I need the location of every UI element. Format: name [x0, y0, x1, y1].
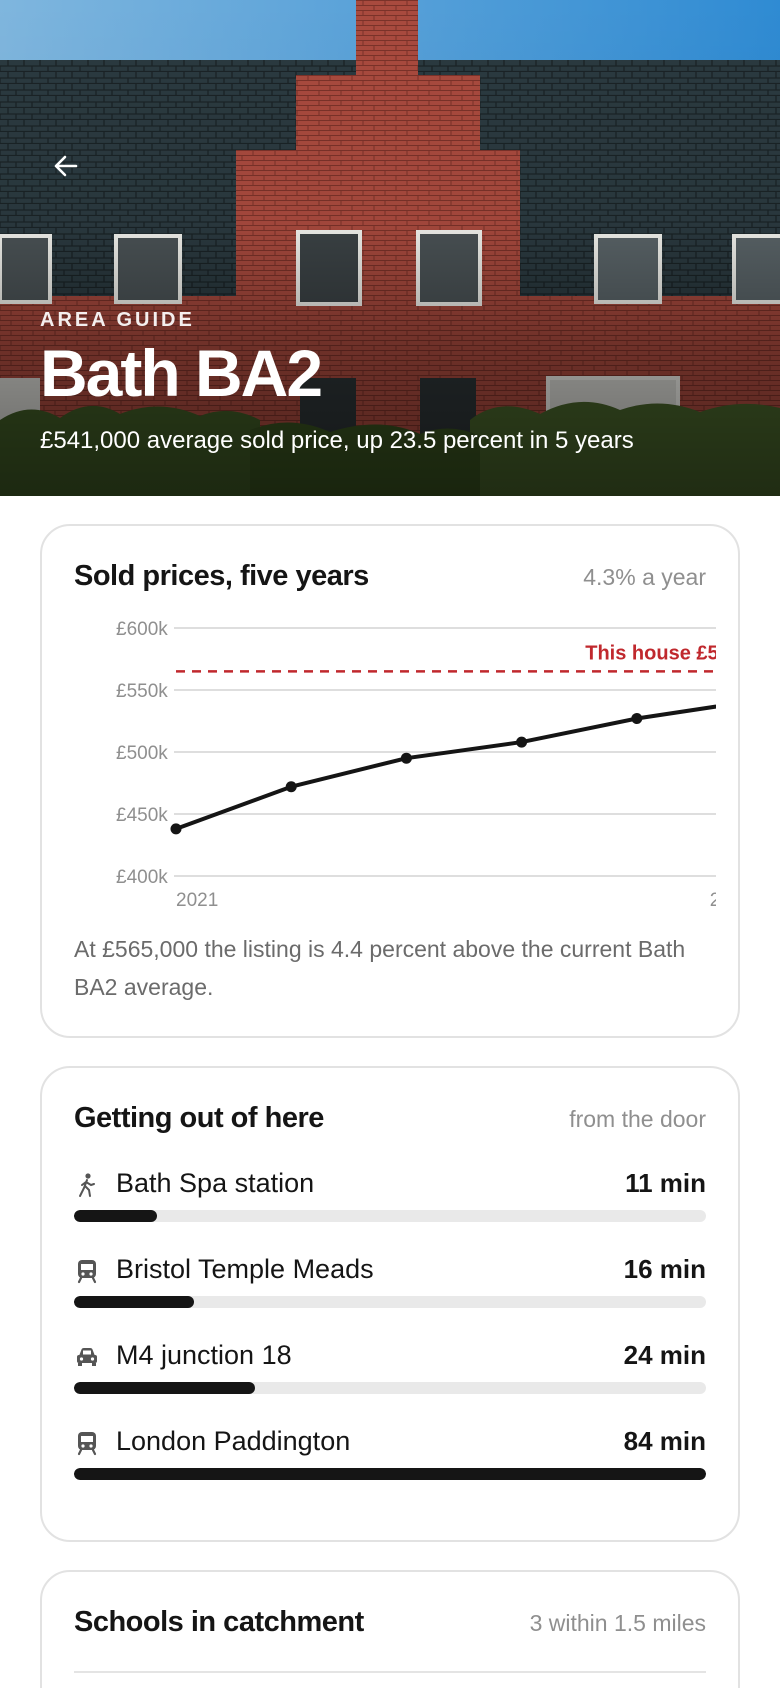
price-data-point: [285, 781, 297, 793]
price-comparison-note: At £565,000 the listing is 4.4 percent a…: [74, 936, 686, 1000]
route-time: 16 min: [623, 1254, 706, 1284]
travel-time-fill: [74, 1296, 195, 1308]
route-london-paddington: London Paddington 84 min: [74, 1426, 706, 1512]
route-name: M4 junction 18: [116, 1340, 292, 1370]
travel-time-bar: [74, 1296, 706, 1308]
route-bath-spa: Bath Spa station 11 min: [74, 1168, 706, 1254]
price-data-point: [631, 713, 643, 725]
arrow-left-icon: [54, 155, 78, 177]
train-icon: [77, 1260, 97, 1284]
travel-times-card: Getting out of here from the door Bath S…: [40, 1066, 740, 1542]
route-bristol-temple-meads: Bristol Temple Meads 16 min: [74, 1254, 706, 1340]
travel-time-fill: [74, 1468, 706, 1480]
sold-price-chart: £400k £450k £500k £550k £600k 2021 2026 This ho…: [116, 620, 716, 910]
travel-time-fill: [74, 1382, 255, 1394]
price-data-point: [170, 823, 182, 835]
y-tick-label: £400k: [116, 867, 168, 888]
route-time: 84 min: [623, 1426, 706, 1456]
sold-prices-card: Sold prices, five years 4.3% a year £400…: [40, 524, 740, 1038]
price-data-point: [400, 752, 412, 764]
page-title: Bath BA2: [40, 336, 323, 410]
y-tick-label: £600k: [116, 620, 168, 640]
route-m4-junction-18: M4 junction 18 24 min: [74, 1340, 706, 1426]
card-title: Sold prices, five years: [74, 560, 369, 592]
hero-banner: AREA GUIDE Bath BA2 £541,000 average sol…: [0, 0, 780, 496]
y-tick-label: £550k: [116, 681, 168, 702]
travel-time-bar: [74, 1468, 706, 1480]
card-meta: 3 within 1.5 miles: [529, 1610, 706, 1636]
section-eyebrow: AREA GUIDE: [40, 309, 195, 331]
card-meta: from the door: [569, 1106, 706, 1132]
travel-time-fill: [74, 1210, 157, 1222]
route-name: London Paddington: [116, 1426, 351, 1456]
y-tick-label: £500k: [116, 743, 168, 764]
hero-subtitle: £541,000 average sold price, up 23.5 per…: [40, 427, 634, 454]
hero-shade: [0, 0, 780, 496]
listing-price-label: This house £565k: [585, 642, 716, 664]
walking-person-icon: [79, 1173, 95, 1197]
x-tick-label: 2026: [710, 890, 716, 910]
y-tick-label: £450k: [116, 805, 168, 826]
route-name: Bristol Temple Meads: [116, 1254, 374, 1284]
route-name: Bath Spa station: [116, 1168, 315, 1198]
route-time: 24 min: [623, 1340, 706, 1370]
x-tick-label: 2021: [176, 890, 218, 910]
divider: [74, 1671, 706, 1673]
car-icon: [77, 1348, 97, 1366]
price-data-point: [516, 736, 528, 748]
growth-rate: 4.3% a year: [583, 564, 706, 590]
card-title: Schools in catchment: [74, 1606, 364, 1638]
travel-time-bar: [74, 1382, 706, 1394]
route-time: 11 min: [625, 1168, 706, 1198]
back-button[interactable]: [40, 140, 92, 192]
travel-time-bar: [74, 1210, 706, 1222]
card-title: Getting out of here: [74, 1102, 324, 1134]
train-icon: [77, 1432, 97, 1456]
schools-card[interactable]: Schools in catchment 3 within 1.5 miles: [40, 1570, 740, 1688]
